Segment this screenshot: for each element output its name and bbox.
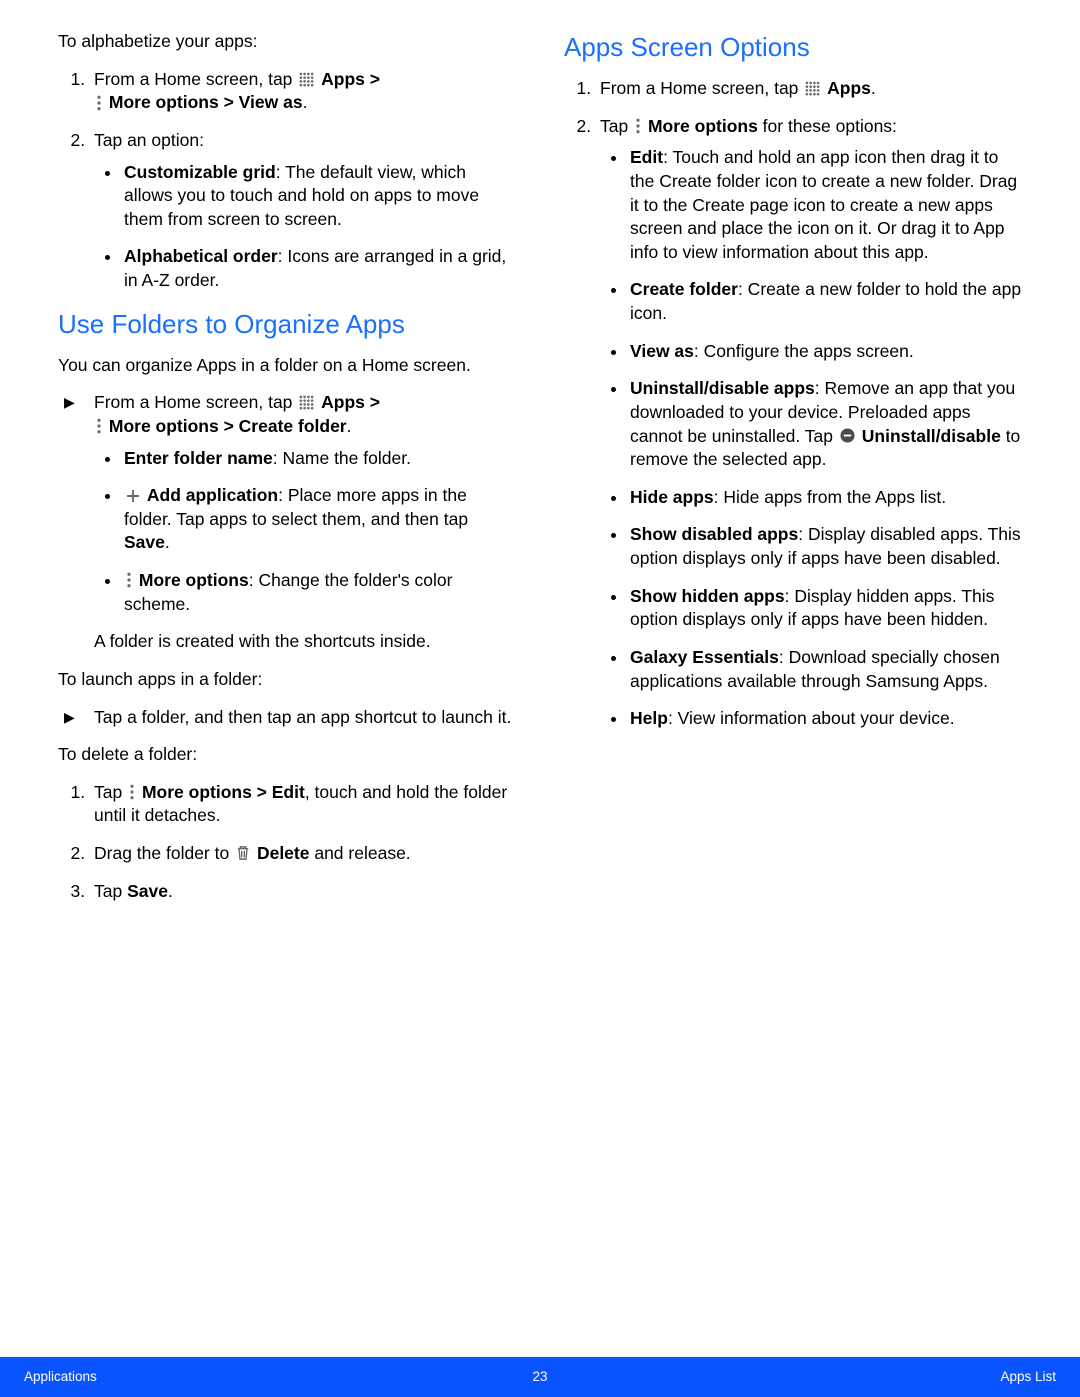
footer-page-number: 23 (532, 1368, 547, 1386)
delete-step-3: Tap Save. (90, 880, 516, 904)
heading-use-folders: Use Folders to Organize Apps (58, 307, 516, 342)
apps-options-steps: From a Home screen, tap Apps. Tap More o… (564, 77, 1022, 731)
folders-intro: You can organize Apps in a folder on a H… (58, 354, 516, 378)
opt-view-as: View as: Configure the apps screen. (628, 340, 1022, 364)
step-1: From a Home screen, tap Apps > More opti… (90, 68, 516, 115)
opt-show-hidden: Show hidden apps: Display hidden apps. T… (628, 585, 1022, 632)
r-step-1: From a Home screen, tap Apps. (596, 77, 1022, 101)
launch-step: Tap a folder, and then tap an app shortc… (58, 706, 516, 730)
folder-created-note: A folder is created with the shortcuts i… (94, 630, 516, 654)
opt-edit: Edit: Touch and hold an app icon then dr… (628, 146, 1022, 264)
apps-grid-icon (299, 72, 314, 87)
folder-add-app: Add application: Place more apps in the … (122, 484, 516, 555)
opt-alphabetical: Alphabetical order: Icons are arranged i… (122, 245, 516, 292)
more-options-icon (96, 95, 102, 111)
plus-icon (126, 489, 140, 503)
left-column: To alphabetize your apps: From a Home sc… (58, 30, 516, 917)
delete-step-2: Drag the folder to Delete and release. (90, 842, 516, 866)
more-options-icon (635, 118, 641, 134)
folder-name: Enter folder name: Name the folder. (122, 447, 516, 471)
opt-galaxy-essentials: Galaxy Essentials: Download specially ch… (628, 646, 1022, 693)
right-column: Apps Screen Options From a Home screen, … (564, 30, 1022, 917)
minus-circle-icon (840, 428, 855, 443)
page-footer: Applications 23 Apps List (0, 1357, 1080, 1397)
opt-hide-apps: Hide apps: Hide apps from the Apps list. (628, 486, 1022, 510)
apps-grid-icon (805, 81, 820, 96)
apps-grid-icon (299, 395, 314, 410)
delete-step-1: Tap More options > Edit, touch and hold … (90, 781, 516, 828)
opt-uninstall: Uninstall/disable apps: Remove an app th… (628, 377, 1022, 472)
footer-subsection: Apps List (1000, 1368, 1056, 1386)
heading-apps-screen-options: Apps Screen Options (564, 30, 1022, 65)
trash-icon (236, 845, 250, 861)
delete-intro: To delete a folder: (58, 743, 516, 767)
footer-section: Applications (24, 1368, 97, 1386)
launch-intro: To launch apps in a folder: (58, 668, 516, 692)
more-options-icon (96, 418, 102, 434)
create-folder-step: From a Home screen, tap Apps > More opti… (58, 391, 516, 654)
more-options-icon (126, 572, 132, 588)
alphabetize-steps: From a Home screen, tap Apps > More opti… (58, 68, 516, 293)
opt-show-disabled: Show disabled apps: Display disabled app… (628, 523, 1022, 570)
step-2: Tap an option: Customizable grid: The de… (90, 129, 516, 293)
opt-create-folder: Create folder: Create a new folder to ho… (628, 278, 1022, 325)
delete-steps: Tap More options > Edit, touch and hold … (58, 781, 516, 904)
more-options-icon (129, 784, 135, 800)
alphabetize-intro: To alphabetize your apps: (58, 30, 516, 54)
opt-help: Help: View information about your device… (628, 707, 1022, 731)
folder-more-options: More options: Change the folder's color … (122, 569, 516, 616)
r-step-2: Tap More options for these options: Edit… (596, 115, 1022, 731)
opt-customizable-grid: Customizable grid: The default view, whi… (122, 161, 516, 232)
